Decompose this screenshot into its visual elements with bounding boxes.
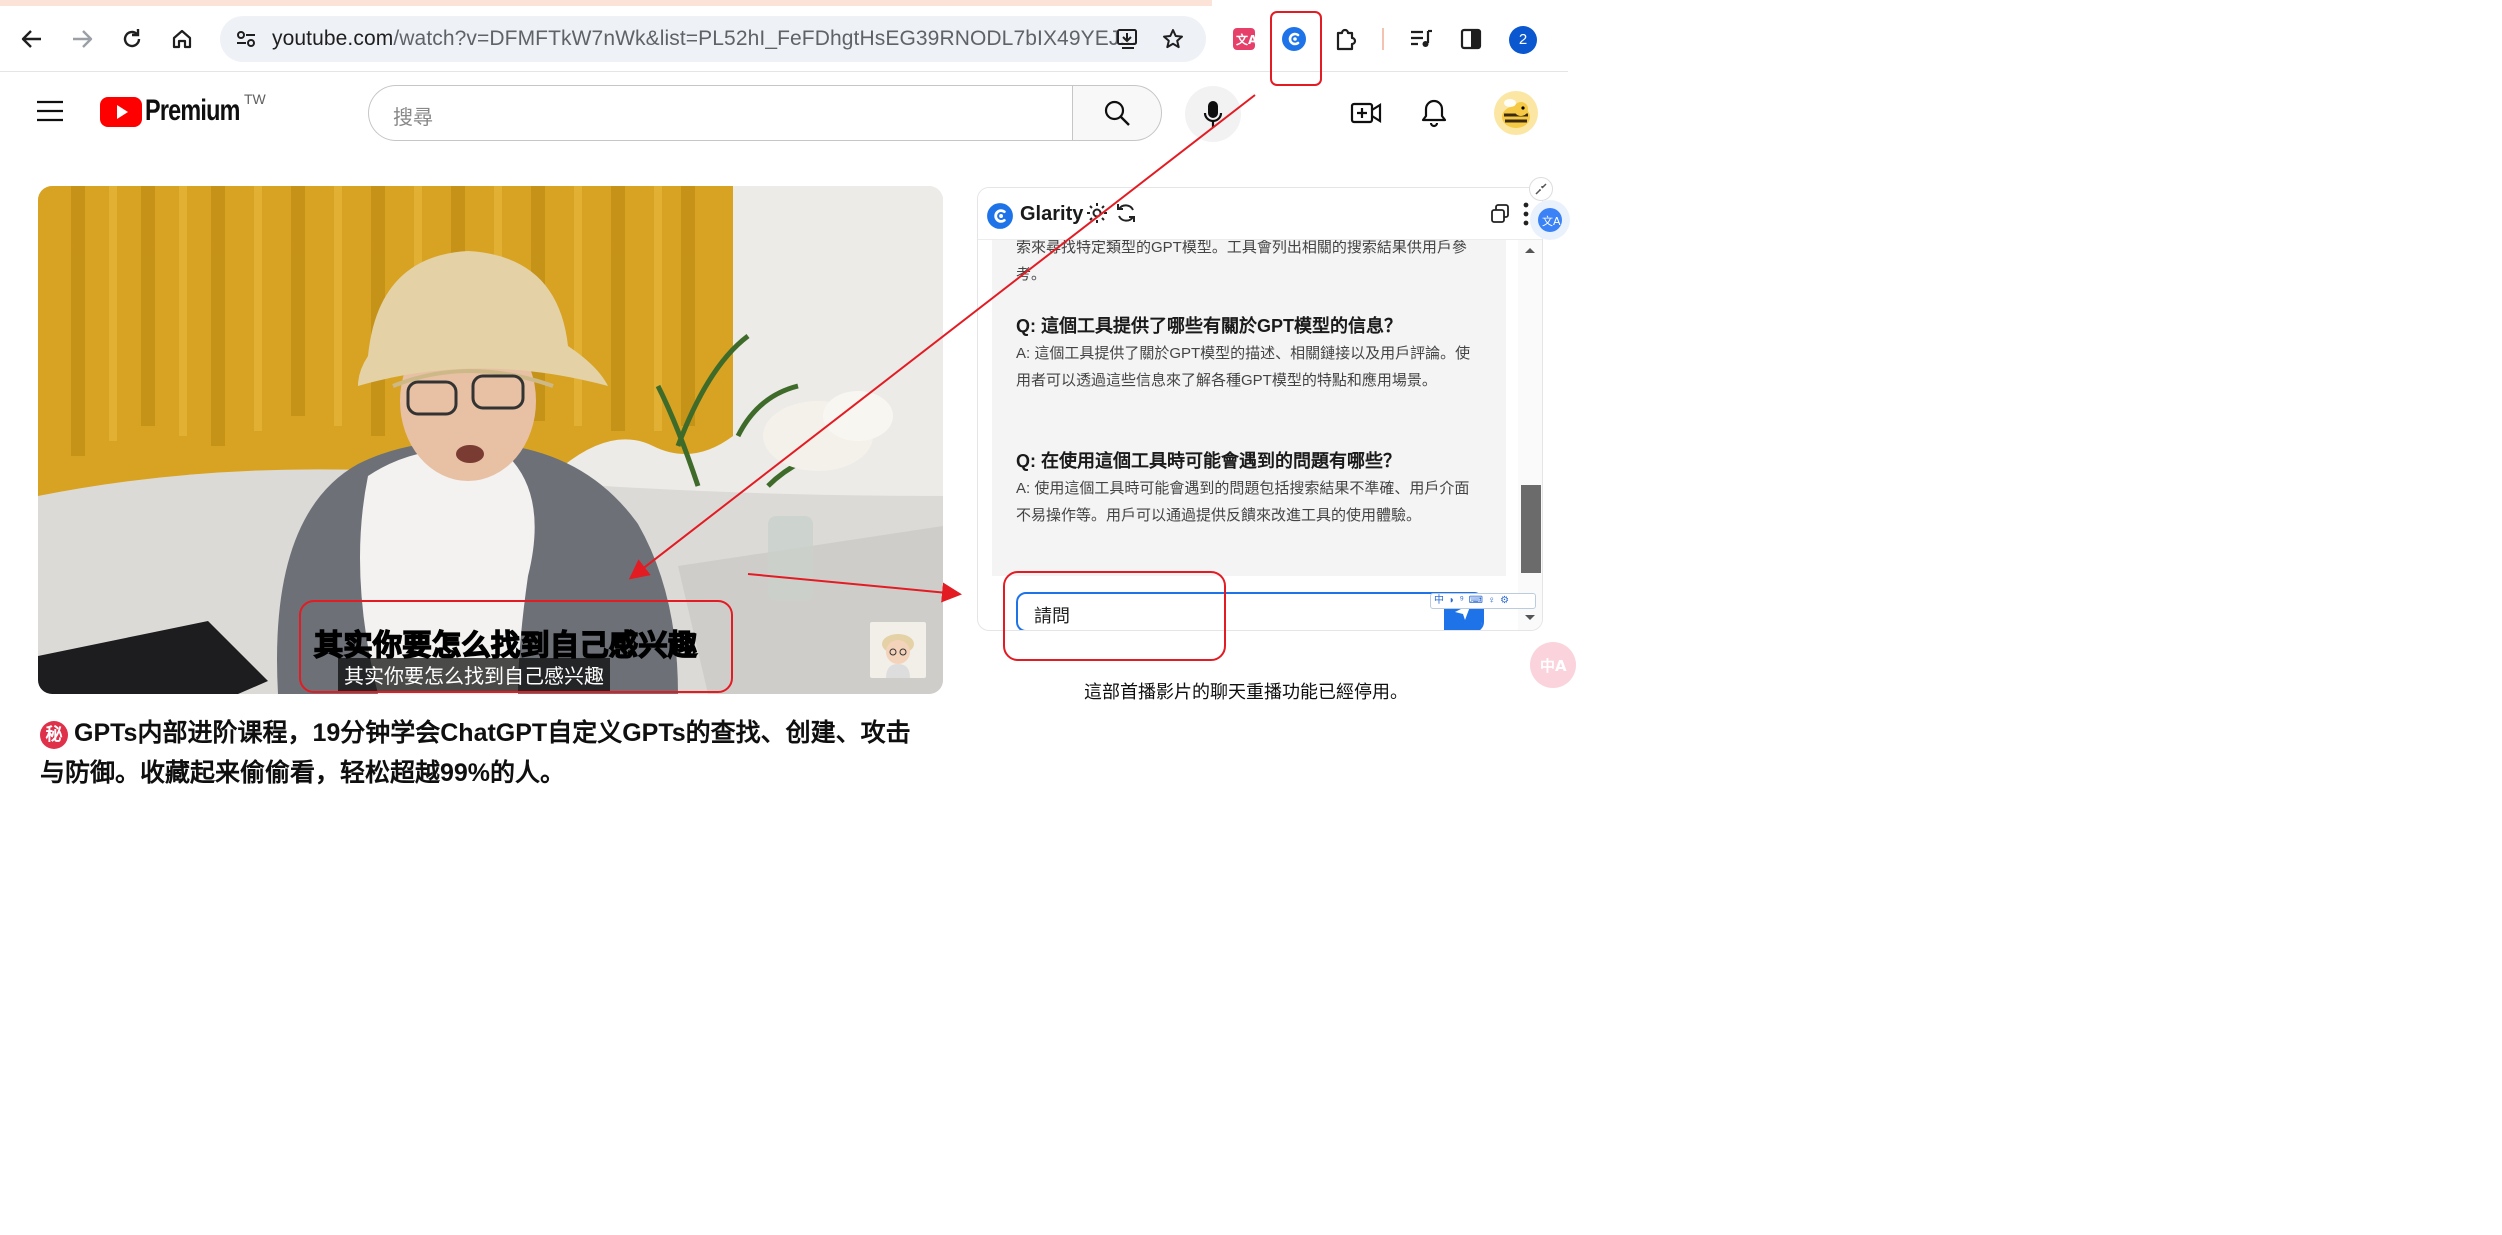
glarity-header: Glarity bbox=[978, 188, 1542, 240]
svg-text:中A: 中A bbox=[1540, 657, 1567, 675]
reload-icon[interactable] bbox=[112, 19, 152, 59]
bookmark-star-icon[interactable] bbox=[1153, 19, 1193, 59]
back-icon[interactable] bbox=[12, 19, 52, 59]
video-title: 秘 GPTs内部进阶课程，19分钟学会ChatGPT自定义GPTs的查找、创建、攻… bbox=[40, 713, 920, 793]
profile-avatar[interactable]: 2 bbox=[1509, 26, 1537, 54]
scroll-up-arrow-icon[interactable] bbox=[1524, 246, 1536, 254]
toolbar-separator bbox=[1382, 28, 1384, 50]
create-video-icon[interactable] bbox=[1346, 93, 1386, 133]
translate-extension-icon[interactable]: 文A bbox=[1224, 19, 1264, 59]
more-options-icon[interactable] bbox=[1522, 202, 1530, 226]
menu-hamburger-icon[interactable] bbox=[30, 91, 70, 131]
url-text: youtube.com/watch?v=DFMFTkW7nWk&list=PL5… bbox=[272, 27, 1137, 51]
glarity-extension-icon[interactable] bbox=[1274, 19, 1314, 59]
url-path: /watch?v=DFMFTkW7nWk&list=PL52hI_FeFDhgt… bbox=[393, 27, 1138, 50]
glarity-answer-area: 索來尋找特定類型的GPT模型。工具會列出相關的搜索結果供用戶參考。 Q: 這個工… bbox=[992, 240, 1506, 576]
microphone-icon bbox=[1203, 101, 1223, 127]
glarity-title: Glarity bbox=[1020, 203, 1084, 225]
glarity-chat-input[interactable]: 請問 bbox=[1016, 592, 1484, 630]
floating-translate-icon[interactable]: 文A bbox=[1530, 200, 1570, 240]
site-info-icon[interactable] bbox=[226, 19, 266, 59]
user-avatar[interactable] bbox=[1494, 91, 1538, 135]
search-placeholder: 搜尋 bbox=[393, 107, 433, 129]
extensions-puzzle-icon[interactable] bbox=[1326, 19, 1366, 59]
svg-text:文A: 文A bbox=[1542, 214, 1561, 228]
home-icon[interactable] bbox=[162, 19, 202, 59]
channel-watermark[interactable] bbox=[870, 622, 926, 678]
media-controls-icon[interactable] bbox=[1401, 19, 1441, 59]
collapse-panel-icon[interactable] bbox=[1529, 177, 1553, 201]
answer-2: A: 使用這個工具時可能會遇到的問題包括搜索結果不準確、用戶介面不易操作等。用戶… bbox=[1016, 480, 1470, 524]
settings-gear-icon[interactable] bbox=[1086, 202, 1108, 224]
search-input[interactable]: 搜尋 bbox=[368, 85, 1074, 141]
browser-toolbar: youtube.com/watch?v=DFMFTkW7nWk&list=PL5… bbox=[0, 6, 1568, 72]
install-app-icon[interactable] bbox=[1108, 19, 1148, 59]
answer-1: A: 這個工具提供了關於GPT模型的描述、相關鏈接以及用戶評論。使用者可以透過這… bbox=[1016, 345, 1471, 389]
video-player[interactable]: 其实你要怎么找到自己感兴趣 其实你要怎么找到自己感兴趣 bbox=[38, 186, 943, 694]
url-host: youtube.com bbox=[272, 27, 394, 50]
youtube-logo-icon[interactable] bbox=[100, 97, 142, 127]
caption-small: 其实你要怎么找到自己感兴趣 bbox=[338, 658, 610, 691]
youtube-masthead: Premium TW 搜尋 bbox=[0, 73, 1568, 153]
video-title-text: GPTs内部进阶课程，19分钟学会ChatGPT自定义GPTs的查找、创建、攻击… bbox=[40, 719, 911, 787]
question-2: Q: 在使用這個工具時可能會遇到的問題有哪些？ bbox=[1016, 451, 1401, 471]
secret-badge: 秘 bbox=[40, 721, 68, 749]
ime-toolbar[interactable]: 中 ◗ ⁹ ⌨ ♀ ⚙ bbox=[1430, 593, 1536, 609]
chat-disabled-notice: 這部首播影片的聊天重播功能已經停用。 bbox=[1084, 682, 1408, 702]
floating-translate-extension-icon[interactable]: 中A bbox=[1530, 642, 1576, 688]
scroll-down-arrow-icon[interactable] bbox=[1524, 614, 1536, 622]
voice-search-button[interactable] bbox=[1185, 86, 1241, 142]
question-1: Q: 這個工具提供了哪些有關於GPT模型的信息？ bbox=[1016, 316, 1402, 336]
scrollbar-thumb[interactable] bbox=[1521, 485, 1541, 573]
glarity-logo-icon bbox=[986, 202, 1014, 230]
partial-answer: 索來尋找特定類型的GPT模型。工具會列出相關的搜索結果供用戶參考。 bbox=[1016, 240, 1467, 283]
chat-input-value: 請問 bbox=[1034, 606, 1070, 626]
address-bar[interactable]: youtube.com/watch?v=DFMFTkW7nWk&list=PL5… bbox=[220, 16, 1206, 62]
search-button[interactable] bbox=[1072, 85, 1162, 141]
side-panel-icon[interactable] bbox=[1451, 19, 1491, 59]
search-icon bbox=[1104, 100, 1130, 126]
region-code: TW bbox=[244, 91, 266, 107]
svg-text:文A: 文A bbox=[1236, 32, 1256, 47]
refresh-icon[interactable] bbox=[1115, 202, 1137, 224]
copy-icon[interactable] bbox=[1490, 204, 1510, 224]
youtube-premium-label[interactable]: Premium bbox=[145, 94, 240, 128]
video-frame bbox=[38, 186, 943, 694]
glarity-panel: Glarity 索來尋找特定類型的GPT模型。工具會列出相關的搜索結果供用戶參考… bbox=[977, 187, 1543, 631]
notifications-bell-icon[interactable] bbox=[1414, 93, 1454, 133]
forward-icon[interactable] bbox=[62, 19, 102, 59]
